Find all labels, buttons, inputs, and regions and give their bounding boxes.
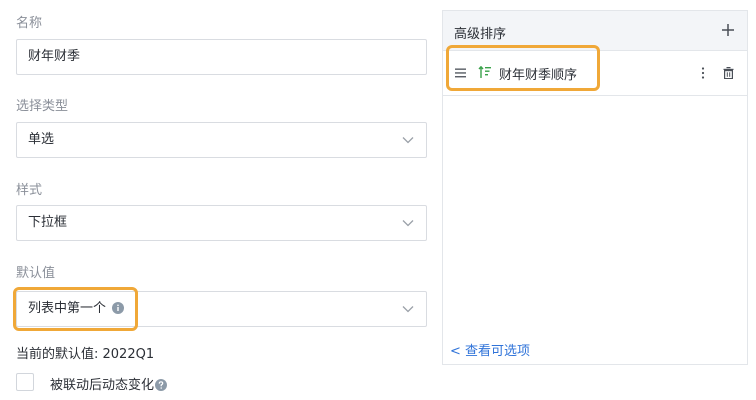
sort-item-row[interactable]: 财年财季顺序 — [443, 51, 747, 96]
name-input-value: 财年财季 — [28, 49, 81, 64]
chevron-down-icon — [402, 220, 414, 227]
dynamic-change-text: 被联动后动态变化 — [50, 378, 155, 393]
default-value-dropdown[interactable]: 列表中第一个 — [16, 291, 427, 327]
sort-item-label: 财年财季顺序 — [499, 68, 578, 83]
dynamic-change-checkbox[interactable] — [16, 373, 34, 391]
info-icon[interactable] — [112, 302, 125, 314]
style-label: 样式 — [16, 183, 43, 198]
name-label: 名称 — [16, 16, 43, 31]
plus-icon[interactable] — [719, 21, 737, 39]
chevron-down-icon — [402, 306, 414, 313]
panel-title: 高级排序 — [454, 27, 507, 42]
trash-icon[interactable] — [723, 67, 734, 79]
current-default-text: 当前的默认值: 2022Q1 — [16, 347, 155, 362]
style-value: 下拉框 — [28, 215, 68, 230]
panel-header: 高级排序 — [443, 11, 747, 51]
default-value-value: 列表中第一个 — [28, 292, 125, 326]
chevron-left-icon: < — [450, 344, 461, 359]
advanced-sort-panel: 高级排序 财年财季顺序 < 查看可选项 — [442, 10, 748, 365]
style-dropdown[interactable]: 下拉框 — [16, 205, 427, 241]
more-vertical-icon[interactable] — [701, 67, 705, 79]
sort-order-icon — [478, 66, 491, 78]
select-type-value: 单选 — [28, 132, 55, 147]
default-value-label: 默认值 — [16, 266, 56, 281]
drag-handle-icon[interactable] — [455, 68, 466, 78]
name-input[interactable]: 财年财季 — [16, 39, 427, 75]
view-options-link[interactable]: < 查看可选项 — [450, 340, 530, 359]
select-type-label: 选择类型 — [16, 99, 69, 114]
dynamic-change-label: 被联动后动态变化 — [50, 374, 168, 393]
chevron-down-icon — [402, 137, 414, 144]
view-options-text: 查看可选项 — [465, 344, 531, 359]
select-type-dropdown[interactable]: 单选 — [16, 122, 427, 158]
help-icon[interactable] — [155, 379, 168, 391]
default-value-text: 列表中第一个 — [28, 301, 107, 316]
